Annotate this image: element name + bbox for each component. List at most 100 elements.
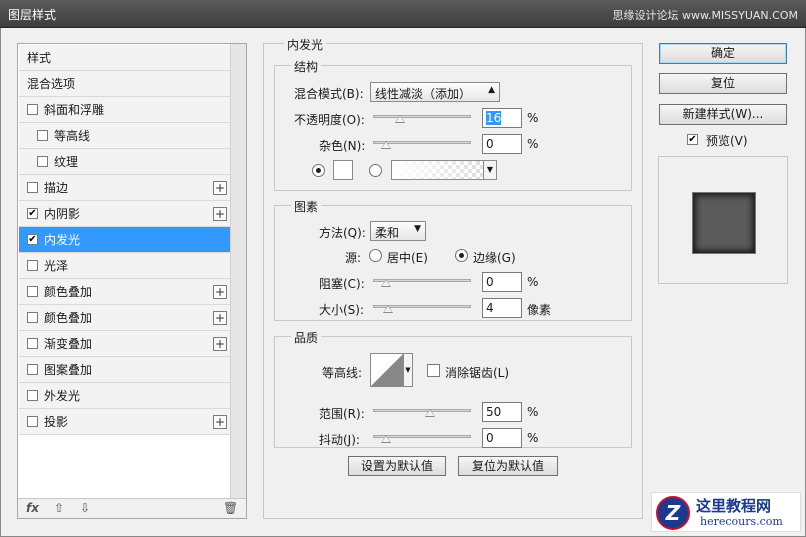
style-list-item[interactable]: 斜面和浮雕 [19,97,231,123]
range-input[interactable]: 50 [482,402,522,422]
preview-label[interactable]: 预览(V) [706,132,748,149]
antialias-label[interactable]: 消除锯齿(L) [445,364,509,381]
opacity-input[interactable]: 16 [482,108,522,128]
jitter-input[interactable]: 0 [482,428,522,448]
move-up-icon[interactable]: ⇧ [54,501,64,515]
range-slider-thumb[interactable] [425,409,435,417]
add-effect-icon[interactable]: + [213,415,227,429]
style-list-item[interactable]: ✔ 内发光 [19,227,231,253]
noise-input[interactable]: 0 [482,134,522,154]
antialias-checkbox[interactable] [427,364,440,377]
reset-button[interactable]: 复位 [659,73,787,94]
style-checkbox[interactable] [27,182,38,193]
make-default-button[interactable]: 设置为默认值 [348,456,446,476]
checkmark-icon: ✔ [28,233,37,245]
size-slider-thumb[interactable] [383,305,393,313]
styles-list-panel: 样式 混合选项 斜面和浮雕 等高线 纹理 描边 + ✔ 内阴影 + ✔ 内发光 光泽 颜色叠加 + 颜色叠加 +… [17,43,247,519]
new-style-button[interactable]: 新建样式(W)... [659,104,787,125]
style-preview [658,156,788,284]
range-slider[interactable] [373,405,471,417]
style-checkbox[interactable]: ✔ [27,208,38,219]
site-logo: Z 这里教程网 herecours.com [651,492,801,532]
style-checkbox[interactable] [27,312,38,323]
style-list-item[interactable]: 颜色叠加 + [19,305,231,331]
styles-list: 样式 混合选项 斜面和浮雕 等高线 纹理 描边 + ✔ 内阴影 + ✔ 内发光 光泽 颜色叠加 + 颜色叠加 +… [19,45,231,435]
style-list-label: 外发光 [44,389,81,403]
preview-checkbox[interactable]: ✔ [687,134,698,145]
method-select[interactable]: 柔和 ▼ [370,221,426,241]
reset-default-button[interactable]: 复位为默认值 [458,456,558,476]
contour-picker[interactable] [370,353,404,387]
style-checkbox[interactable] [37,130,48,141]
noise-slider[interactable] [373,137,471,149]
glow-color-swatch[interactable] [333,160,353,180]
style-checkbox[interactable] [27,104,38,115]
size-label: 大小(S): [319,303,365,317]
style-list-item[interactable]: 颜色叠加 + [19,279,231,305]
choke-input[interactable]: 0 [482,272,522,292]
style-checkbox[interactable] [37,156,48,167]
move-down-icon[interactable]: ⇩ [80,501,90,515]
size-slider[interactable] [373,301,471,313]
style-list-label: 样式 [27,51,52,65]
style-list-item[interactable]: ✔ 内阴影 + [19,201,231,227]
styles-list-scrollbar[interactable] [230,44,246,500]
gradient-dropdown-icon[interactable]: ▼ [483,160,497,180]
source-center-label[interactable]: 居中(E) [387,249,428,266]
add-effect-icon[interactable]: + [213,337,227,351]
jitter-label: 抖动(J): [319,433,360,447]
style-list-item[interactable]: 外发光 [19,383,231,409]
opacity-slider-thumb[interactable] [395,115,405,123]
inner-glow-panel: 内发光 结构 混合模式(B): 线性减淡（添加） ▲ 不透明度(O): 16 %… [263,36,643,519]
ok-button[interactable]: 确定 [659,43,787,64]
source-center-radio[interactable] [369,249,382,262]
method-value: 柔和 [375,226,400,240]
style-checkbox[interactable] [27,286,38,297]
choke-slider-thumb[interactable] [381,279,391,287]
size-input[interactable]: 4 [482,298,522,318]
add-effect-icon[interactable]: + [213,285,227,299]
opacity-unit: % [527,111,539,125]
size-value: 4 [486,301,494,315]
add-effect-icon[interactable]: + [213,181,227,195]
noise-unit: % [527,137,539,151]
source-edge-radio[interactable] [455,249,468,262]
style-list-label: 颜色叠加 [44,311,93,325]
style-list-item[interactable]: 光泽 [19,253,231,279]
choke-value: 0 [486,275,494,289]
contour-dropdown-icon[interactable]: ▼ [403,353,413,387]
glow-gradient-picker[interactable]: ▼ [391,160,497,180]
choke-slider[interactable] [373,275,471,287]
solid-color-radio[interactable] [312,164,325,177]
gradient-radio[interactable] [369,164,382,177]
source-label: 源: [345,251,362,265]
logo-mark: Z [656,496,690,530]
style-checkbox[interactable]: ✔ [27,234,38,245]
opacity-slider[interactable] [373,111,471,123]
style-checkbox[interactable] [27,260,38,271]
style-checkbox[interactable] [27,364,38,375]
style-list-item[interactable]: 纹理 [19,149,231,175]
style-list-item[interactable]: 投影 + [19,409,231,435]
style-list-item[interactable]: 样式 [19,45,231,71]
trash-icon[interactable]: 🗑 [223,501,238,515]
style-list-item[interactable]: 等高线 [19,123,231,149]
noise-slider-thumb[interactable] [381,141,391,149]
style-list-item[interactable]: 图案叠加 [19,357,231,383]
blend-mode-select[interactable]: 线性减淡（添加） ▲ [370,82,500,102]
style-checkbox[interactable] [27,338,38,349]
jitter-slider-thumb[interactable] [381,435,391,443]
fx-icon[interactable]: fx [26,501,39,515]
style-checkbox[interactable] [27,390,38,401]
source-edge-label[interactable]: 边缘(G) [473,249,516,266]
style-list-item[interactable]: 描边 + [19,175,231,201]
style-checkbox[interactable] [27,416,38,427]
style-list-item[interactable]: 混合选项 [19,71,231,97]
style-list-label: 纹理 [54,155,79,169]
range-value: 50 [486,405,502,419]
add-effect-icon[interactable]: + [213,311,227,325]
style-list-item[interactable]: 渐变叠加 + [19,331,231,357]
jitter-slider[interactable] [373,431,471,443]
noise-label: 杂色(N): [319,139,366,153]
add-effect-icon[interactable]: + [213,207,227,221]
